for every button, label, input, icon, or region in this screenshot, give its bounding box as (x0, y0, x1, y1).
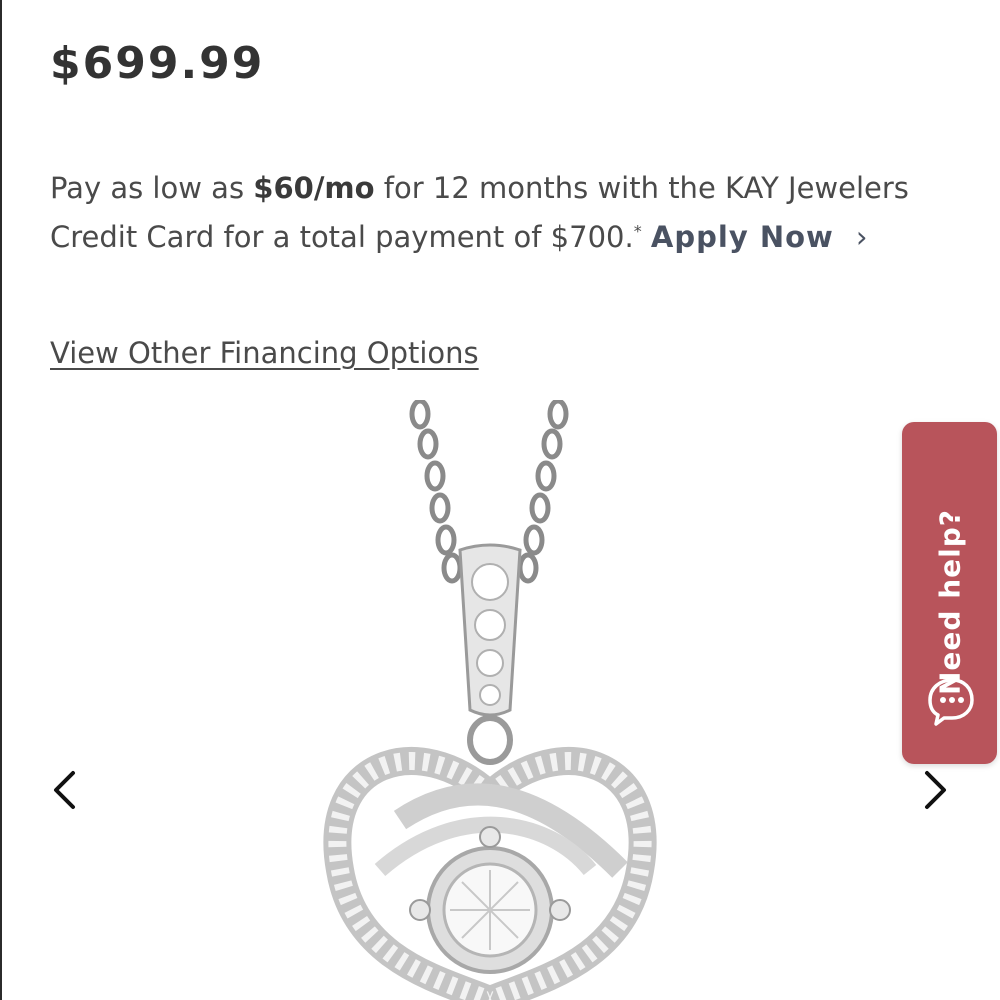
monthly-rate: $60/mo (253, 171, 375, 205)
apply-now-label: Apply Now (650, 220, 834, 254)
need-help-button[interactable]: Need help? (902, 422, 997, 764)
financing-asterisk: * (633, 221, 642, 241)
chat-bubble-icon (928, 678, 974, 726)
financing-text-intro: Pay as low as (50, 171, 254, 205)
chevron-left-icon (54, 771, 75, 809)
financing-message: Pay as low as $60/mo for 12 months with … (50, 164, 950, 262)
left-edge-divider (0, 0, 2, 1000)
chevron-right-icon: › (855, 220, 869, 254)
apply-now-link[interactable]: Apply Now › (651, 220, 869, 254)
carousel-next-button[interactable] (914, 768, 958, 812)
other-financing-options-link[interactable]: View Other Financing Options (50, 336, 479, 370)
product-image[interactable] (300, 400, 720, 1000)
carousel-prev-button[interactable] (42, 768, 86, 812)
need-help-label: Need help? (933, 508, 967, 696)
product-price: $699.99 (50, 38, 265, 89)
chevron-right-icon (925, 771, 946, 809)
